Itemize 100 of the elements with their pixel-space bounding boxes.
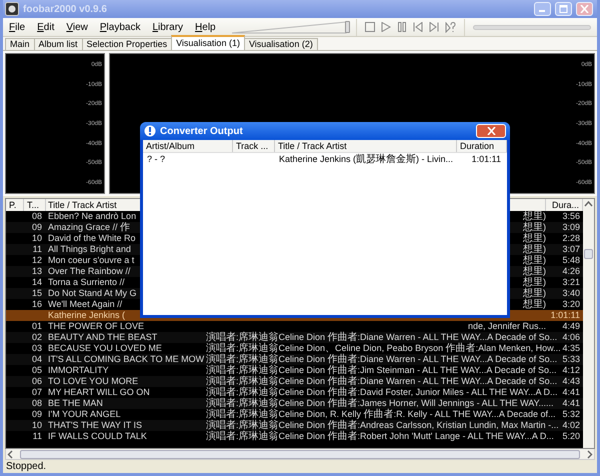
random-icon[interactable] bbox=[445, 22, 456, 32]
app-icon bbox=[5, 2, 19, 16]
tab[interactable]: Visualisation (2) bbox=[244, 38, 318, 50]
track-duration: 3:20 bbox=[562, 299, 580, 309]
close-icon bbox=[580, 5, 589, 13]
track-title: Ebben? Ne andrò Lon bbox=[48, 211, 136, 221]
track-title: I'M YOUR ANGEL bbox=[48, 409, 121, 419]
horizontal-scrollbar[interactable] bbox=[5, 449, 595, 460]
volume-slider[interactable] bbox=[232, 20, 352, 34]
previous-icon[interactable] bbox=[413, 22, 423, 32]
menu-item[interactable]: Library bbox=[146, 20, 190, 34]
menu-item[interactable]: View bbox=[60, 20, 94, 34]
tab[interactable]: Album list bbox=[34, 38, 83, 50]
playlist-row[interactable]: 02 BEAUTY AND THE BEAST 演唱者:席琳迪翁Celine Dion 作曲者:Diane Warren - ALL THE WAY...A Decade of So... 4:06 bbox=[6, 332, 583, 343]
track-artist: 想里) bbox=[523, 222, 546, 232]
track-duration: 4:12 bbox=[562, 365, 580, 375]
track-duration: 4:41 bbox=[562, 387, 580, 397]
track-title: David of the White Ro bbox=[48, 233, 136, 243]
track-number: 06 bbox=[32, 376, 42, 386]
track-number: 01 bbox=[32, 321, 42, 331]
playlist-row[interactable]: 11 IF WALLS COULD TALK 演唱者:席琳迪翁Celine Dion 作曲者:Robert John 'Mutt' Lange - ALL THE WAY...A D... 5:20 bbox=[6, 431, 583, 442]
stop-icon[interactable] bbox=[365, 22, 375, 32]
track-number: 05 bbox=[32, 365, 42, 375]
close-button[interactable] bbox=[576, 2, 593, 16]
playlist-row[interactable]: 08 BE THE MAN 演唱者:席琳迪翁Celine Dion 作曲者:James Horner, Will Jennings - ALL THE WAY...... 4:41 bbox=[6, 398, 583, 409]
column-header[interactable]: Track ... bbox=[233, 140, 275, 152]
track-artist: 演唱者:席琳迪翁Celine Dion、Celine Dion, Peabo Bryson 作曲者:Alan Menken, How... bbox=[206, 343, 561, 353]
track-artist: 演唱者:席琳迪翁Celine Dion, R. Kelly 作曲者:R. Kelly - ALL THE WAY...A Decade of... bbox=[206, 409, 556, 419]
column-header[interactable]: Duration bbox=[457, 140, 507, 152]
track-artist: 想里) bbox=[523, 277, 546, 287]
track-number: 16 bbox=[32, 299, 42, 309]
track-duration: 3:56 bbox=[562, 211, 580, 221]
scroll-thumb[interactable] bbox=[584, 249, 593, 259]
tab[interactable]: Selection Properties bbox=[82, 38, 172, 50]
track-number: 08 bbox=[32, 211, 42, 221]
maximize-icon bbox=[559, 5, 568, 13]
scroll-up-icon[interactable] bbox=[584, 199, 593, 209]
play-icon[interactable] bbox=[381, 22, 391, 32]
track-title: Over The Rainbow // bbox=[48, 266, 130, 276]
track-number: 10 bbox=[32, 233, 42, 243]
playlist-row[interactable]: 10 THAT'S THE WAY IT IS 演唱者:席琳迪翁Celine Dion 作曲者:Andreas Carlsson, Kristian Lundin, Max Martin -... 4:02 bbox=[6, 420, 583, 431]
track-title: THE POWER OF LOVE bbox=[48, 321, 144, 331]
track-duration: 4:43 bbox=[562, 376, 580, 386]
track-artist: 演唱者:席琳迪翁Celine Dion 作曲者:Robert John 'Mutt' Lange - ALL THE WAY...A D... bbox=[206, 431, 554, 441]
track-title: Do Not Stand At My G bbox=[48, 288, 137, 298]
tab[interactable]: Main bbox=[5, 38, 35, 50]
track-artist: 演唱者:席琳迪翁Celine Dion 作曲者:Diane Warren - ALL THE WAY...A Decade of So... bbox=[206, 354, 558, 364]
column-header[interactable]: Title / Track Artist bbox=[275, 140, 457, 152]
dialog-title: Converter Output bbox=[160, 124, 243, 138]
playlist-row[interactable]: 03 BECAUSE YOU LOVED ME 演唱者:席琳迪翁Celine Dion、Celine Dion, Peabo Bryson 作曲者:Alan Menken, How... 4:35 bbox=[6, 343, 583, 354]
track-title: IF WALLS COULD TALK bbox=[48, 431, 147, 441]
track-number: 12 bbox=[32, 255, 42, 265]
next-icon[interactable] bbox=[429, 22, 439, 32]
track-title: All Things Bright and bbox=[48, 244, 131, 254]
slider-thumb[interactable] bbox=[345, 21, 350, 33]
menu-item[interactable]: File bbox=[3, 20, 32, 34]
menu-item[interactable]: Playback bbox=[94, 20, 146, 34]
playlist-row[interactable]: 07 MY HEART WILL GO ON 演唱者:席琳迪翁Celine Dion 作曲者:David Foster, Junior Miles - ALL THE WAY...A D... 4:41 bbox=[6, 387, 583, 398]
status-text: Stopped. bbox=[5, 460, 48, 473]
menu-item[interactable]: Help bbox=[189, 20, 222, 34]
track-artist: 演唱者:席琳迪翁Celine Dion 作曲者:James Horner, Will Jennings - ALL THE WAY...... bbox=[206, 398, 554, 408]
pause-icon[interactable] bbox=[397, 22, 407, 32]
track-duration: 4:26 bbox=[562, 266, 580, 276]
track-number: 14 bbox=[32, 277, 42, 287]
track-artist: 想里) bbox=[523, 211, 546, 221]
track-title: Mon coeur s'ouvre a t bbox=[48, 255, 134, 265]
scroll-thumb[interactable] bbox=[20, 450, 580, 458]
track-duration: 3:40 bbox=[562, 288, 580, 298]
menu-item[interactable]: Edit bbox=[31, 20, 60, 34]
track-artist: 想里) bbox=[523, 266, 546, 276]
track-duration: 3:09 bbox=[562, 222, 580, 232]
track-artist: 演唱者:席琳迪翁Celine Dion 作曲者:Andreas Carlsson, Kristian Lundin, Max Martin -... bbox=[206, 420, 559, 430]
playlist-row[interactable]: 05 IMMORTALITY 演唱者:席琳迪翁Celine Dion 作曲者:Jim Steinman - ALL THE WAY...A Decade of So... 4:12 bbox=[6, 365, 583, 376]
track-number: 10 bbox=[32, 420, 42, 430]
track-artist: 想里) bbox=[523, 288, 546, 298]
tab[interactable]: Visualisation (1) bbox=[171, 35, 245, 50]
maximize-button[interactable] bbox=[555, 2, 572, 16]
playlist-row[interactable]: 09 I'M YOUR ANGEL 演唱者:席琳迪翁Celine Dion, R. Kelly 作曲者:R. Kelly - ALL THE WAY...A Decade of... 5:32 bbox=[6, 409, 583, 420]
column-header[interactable]: P. bbox=[6, 199, 24, 211]
column-header[interactable]: Artist/Album bbox=[143, 140, 233, 152]
track-number: 09 bbox=[32, 222, 42, 232]
playlist-row[interactable]: 06 TO LOVE YOU MORE 演唱者:席琳迪翁Celine Dion 作曲者:Diane Warren - ALL THE WAY...A Decade of So... 4:43 bbox=[6, 376, 583, 387]
track-artist: 演唱者:席琳迪翁Celine Dion 作曲者:Jim Steinman - ALL THE WAY...A Decade of So... bbox=[206, 365, 556, 375]
vertical-scrollbar[interactable] bbox=[583, 199, 594, 448]
playlist-row[interactable]: 04 IT'S ALL COMING BACK TO ME MOW 演唱者:席琳迪翁Celine Dion 作曲者:Diane Warren - ALL THE WAY...A Decade of So... 5:33 bbox=[6, 354, 583, 365]
minimize-button[interactable] bbox=[534, 2, 551, 16]
track-duration: 4:06 bbox=[562, 332, 580, 342]
track-duration: 5:32 bbox=[562, 409, 580, 419]
track-title: BEAUTY AND THE BEAST bbox=[48, 332, 158, 342]
track-title: TO LOVE YOU MORE bbox=[48, 376, 138, 386]
track-title: Amazing Grace // 作 bbox=[48, 222, 130, 232]
playlist-row[interactable]: 01 THE POWER OF LOVE nde, Jennifer Rus... 4:49 bbox=[6, 321, 583, 332]
track-title: THAT'S THE WAY IT IS bbox=[48, 420, 142, 430]
track-duration: 4:35 bbox=[562, 343, 580, 353]
track-number: 13 bbox=[32, 266, 42, 276]
track-number: 08 bbox=[32, 398, 42, 408]
track-number: 09 bbox=[32, 409, 42, 419]
track-title: We'll Meet Again // bbox=[48, 299, 122, 309]
track-duration: 2:28 bbox=[562, 233, 580, 243]
column-header[interactable]: T... bbox=[24, 199, 46, 211]
